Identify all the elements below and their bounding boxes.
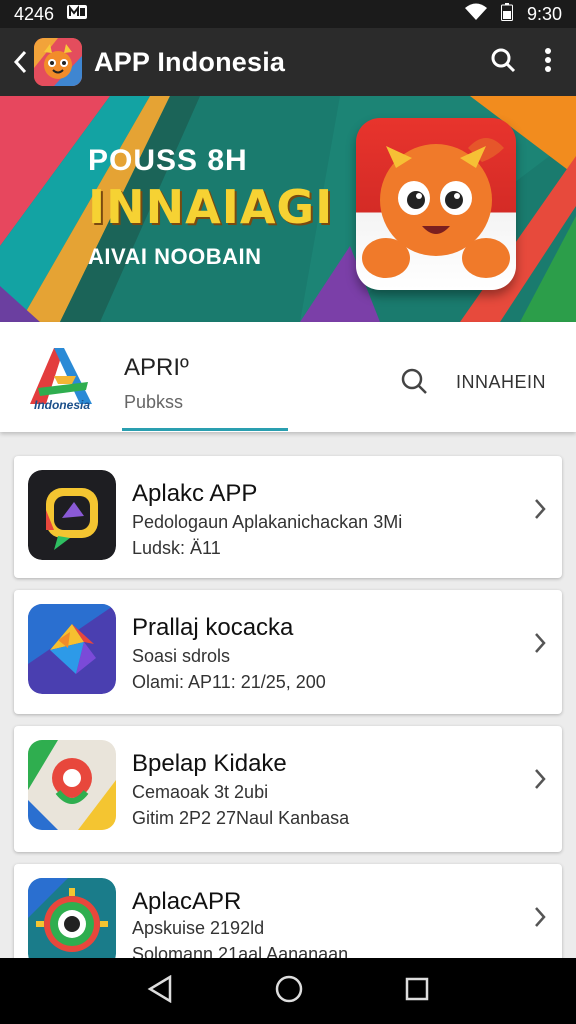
back-button[interactable]: [10, 42, 30, 82]
gear-eye-app-icon: [28, 878, 116, 968]
developer-subtitle[interactable]: Pubkss: [124, 392, 183, 413]
chevron-left-icon: [13, 50, 27, 74]
status-bar: 4246 9:30: [0, 0, 576, 28]
square-recents-icon: [405, 977, 429, 1000]
nav-back-button[interactable]: [147, 974, 173, 1008]
app-title: Prallaj kocacka: [132, 614, 294, 641]
circle-home-icon: [275, 975, 303, 1002]
app-title: AplacAPR: [132, 888, 242, 915]
banner-title: INNAIAGI: [88, 180, 334, 234]
banner-text: POUSS 8H INNAIAGI AIVAI NOOBAIN: [88, 144, 333, 270]
chevron-right-icon: [534, 906, 546, 933]
more-vert-icon: [545, 47, 551, 72]
chat-app-icon: [28, 470, 116, 560]
banner-headline: POUSS 8H: [88, 144, 248, 177]
developer-panel: Indonesia APRIº Pubkss INNAHEIN: [0, 322, 576, 432]
wifi-icon: [464, 3, 487, 26]
battery-icon: [500, 2, 513, 26]
more-options-button[interactable]: [544, 47, 552, 78]
mascot-illustration: [356, 118, 516, 290]
developer-logo: Indonesia: [24, 342, 100, 414]
developer-name: APRIº: [124, 354, 189, 381]
app-description: Cemaoak 3t 2ubi: [132, 782, 269, 802]
developer-action-link[interactable]: INNAHEIN: [456, 372, 546, 393]
chevron-right-icon: [534, 498, 546, 525]
developer-search-button[interactable]: [400, 367, 428, 400]
search-button[interactable]: [490, 47, 516, 78]
app-card[interactable]: Aplakc APP Pedologaun Aplakanichackan 3M…: [14, 456, 562, 578]
nav-home-button[interactable]: [275, 975, 303, 1008]
clock: 9:30: [526, 3, 562, 24]
app-description: Apskuise 2192ld: [132, 918, 265, 938]
app-title: APP Indonesia: [94, 46, 286, 77]
app-bar-actions: [490, 47, 566, 78]
map-pin-app-icon: [28, 740, 116, 830]
app-description: Pedologaun Aplakanichackan 3Mi: [132, 512, 403, 532]
status-left-text: 4246: [14, 3, 55, 24]
search-icon: [401, 368, 427, 394]
app-description: Soasi sdrols: [132, 646, 231, 666]
status-right: 9:30: [464, 2, 562, 26]
app-meta: Olami: AP11: 21/25, 200: [132, 672, 326, 692]
tab-indicator: [122, 428, 288, 431]
promo-banner[interactable]: POUSS 8H INNAIAGI AIVAI NOOBAIN: [0, 96, 576, 322]
app-title: Bpelap Kidake: [132, 750, 287, 777]
app-card[interactable]: Prallaj kocacka Soasi sdrols Olami: AP11…: [14, 590, 562, 714]
app-bar: APP Indonesia: [0, 28, 576, 96]
app-meta: Ludsk: Ä11: [132, 538, 221, 558]
developer-logo-text: Indonesia: [33, 398, 90, 412]
nav-recents-button[interactable]: [405, 977, 429, 1006]
app-card[interactable]: Bpelap Kidake Cemaoak 3t 2ubi Gitim 2P2 …: [14, 726, 562, 852]
notification-icon: [66, 4, 88, 25]
app-logo: [34, 38, 82, 86]
triangle-back-icon: [147, 974, 172, 1003]
banner-subtitle: AIVAI NOOBAIN: [88, 244, 262, 269]
system-nav-bar: [0, 958, 576, 1024]
app-meta: Gitim 2P2 27Naul Kanbasa: [132, 808, 350, 828]
app-title: Aplakc APP: [132, 480, 258, 507]
chevron-right-icon: [534, 632, 546, 659]
chevron-right-icon: [534, 768, 546, 795]
search-icon: [491, 48, 516, 72]
shapes-app-icon: [28, 604, 116, 694]
status-left: 4246: [14, 4, 88, 25]
